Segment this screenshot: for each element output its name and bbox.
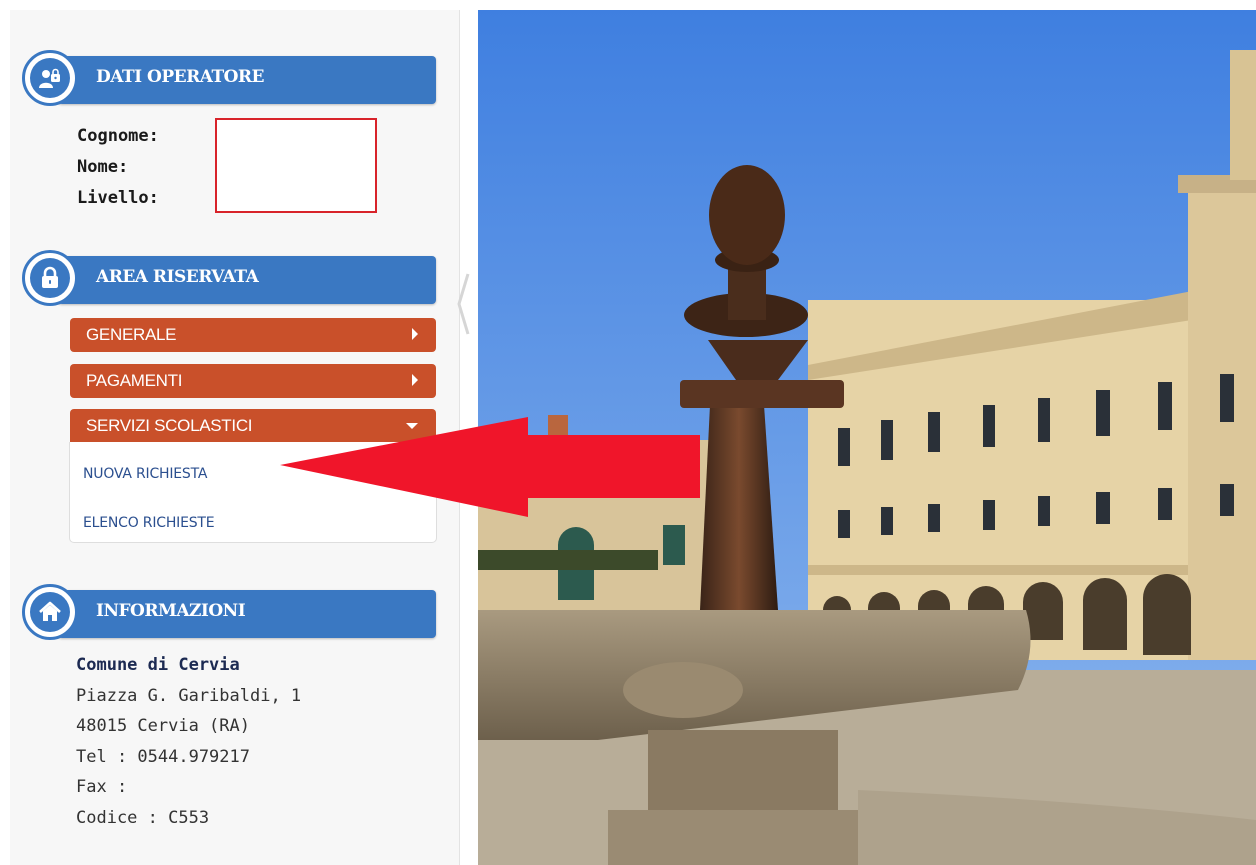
red-annotation-arrow-icon xyxy=(280,417,700,517)
